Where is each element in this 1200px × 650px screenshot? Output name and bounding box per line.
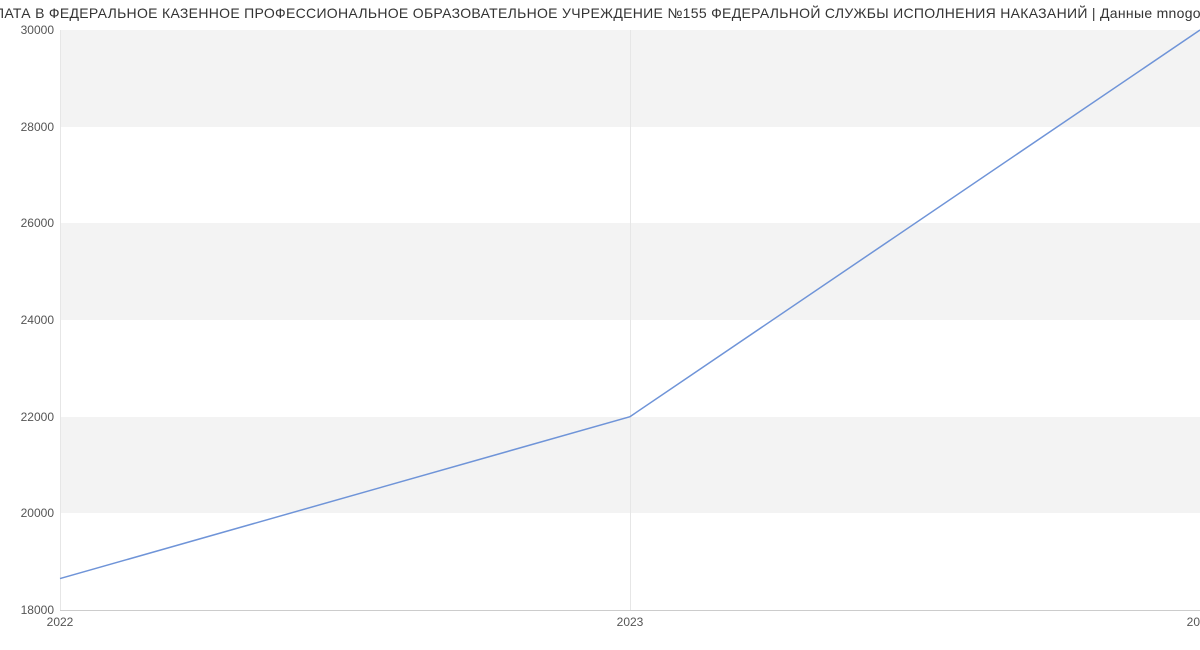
x-tick-label: 2023 — [617, 615, 644, 629]
plot-area — [60, 30, 1200, 610]
y-tick-label: 22000 — [4, 410, 54, 424]
y-tick-label: 20000 — [4, 506, 54, 520]
chart-container: ПЛАТА В ФЕДЕРАЛЬНОЕ КАЗЕННОЕ ПРОФЕССИОНА… — [0, 0, 1200, 650]
y-tick-label: 24000 — [4, 313, 54, 327]
line-layer — [60, 30, 1200, 610]
y-tick-label: 28000 — [4, 120, 54, 134]
x-axis-line — [60, 610, 1200, 611]
series-line — [60, 30, 1200, 579]
y-tick-label: 26000 — [4, 216, 54, 230]
y-tick-label: 30000 — [4, 23, 54, 37]
chart-title: ПЛАТА В ФЕДЕРАЛЬНОЕ КАЗЕННОЕ ПРОФЕССИОНА… — [0, 5, 1200, 21]
x-tick-label: 2022 — [47, 615, 74, 629]
x-tick-label: 2024 — [1187, 615, 1200, 629]
